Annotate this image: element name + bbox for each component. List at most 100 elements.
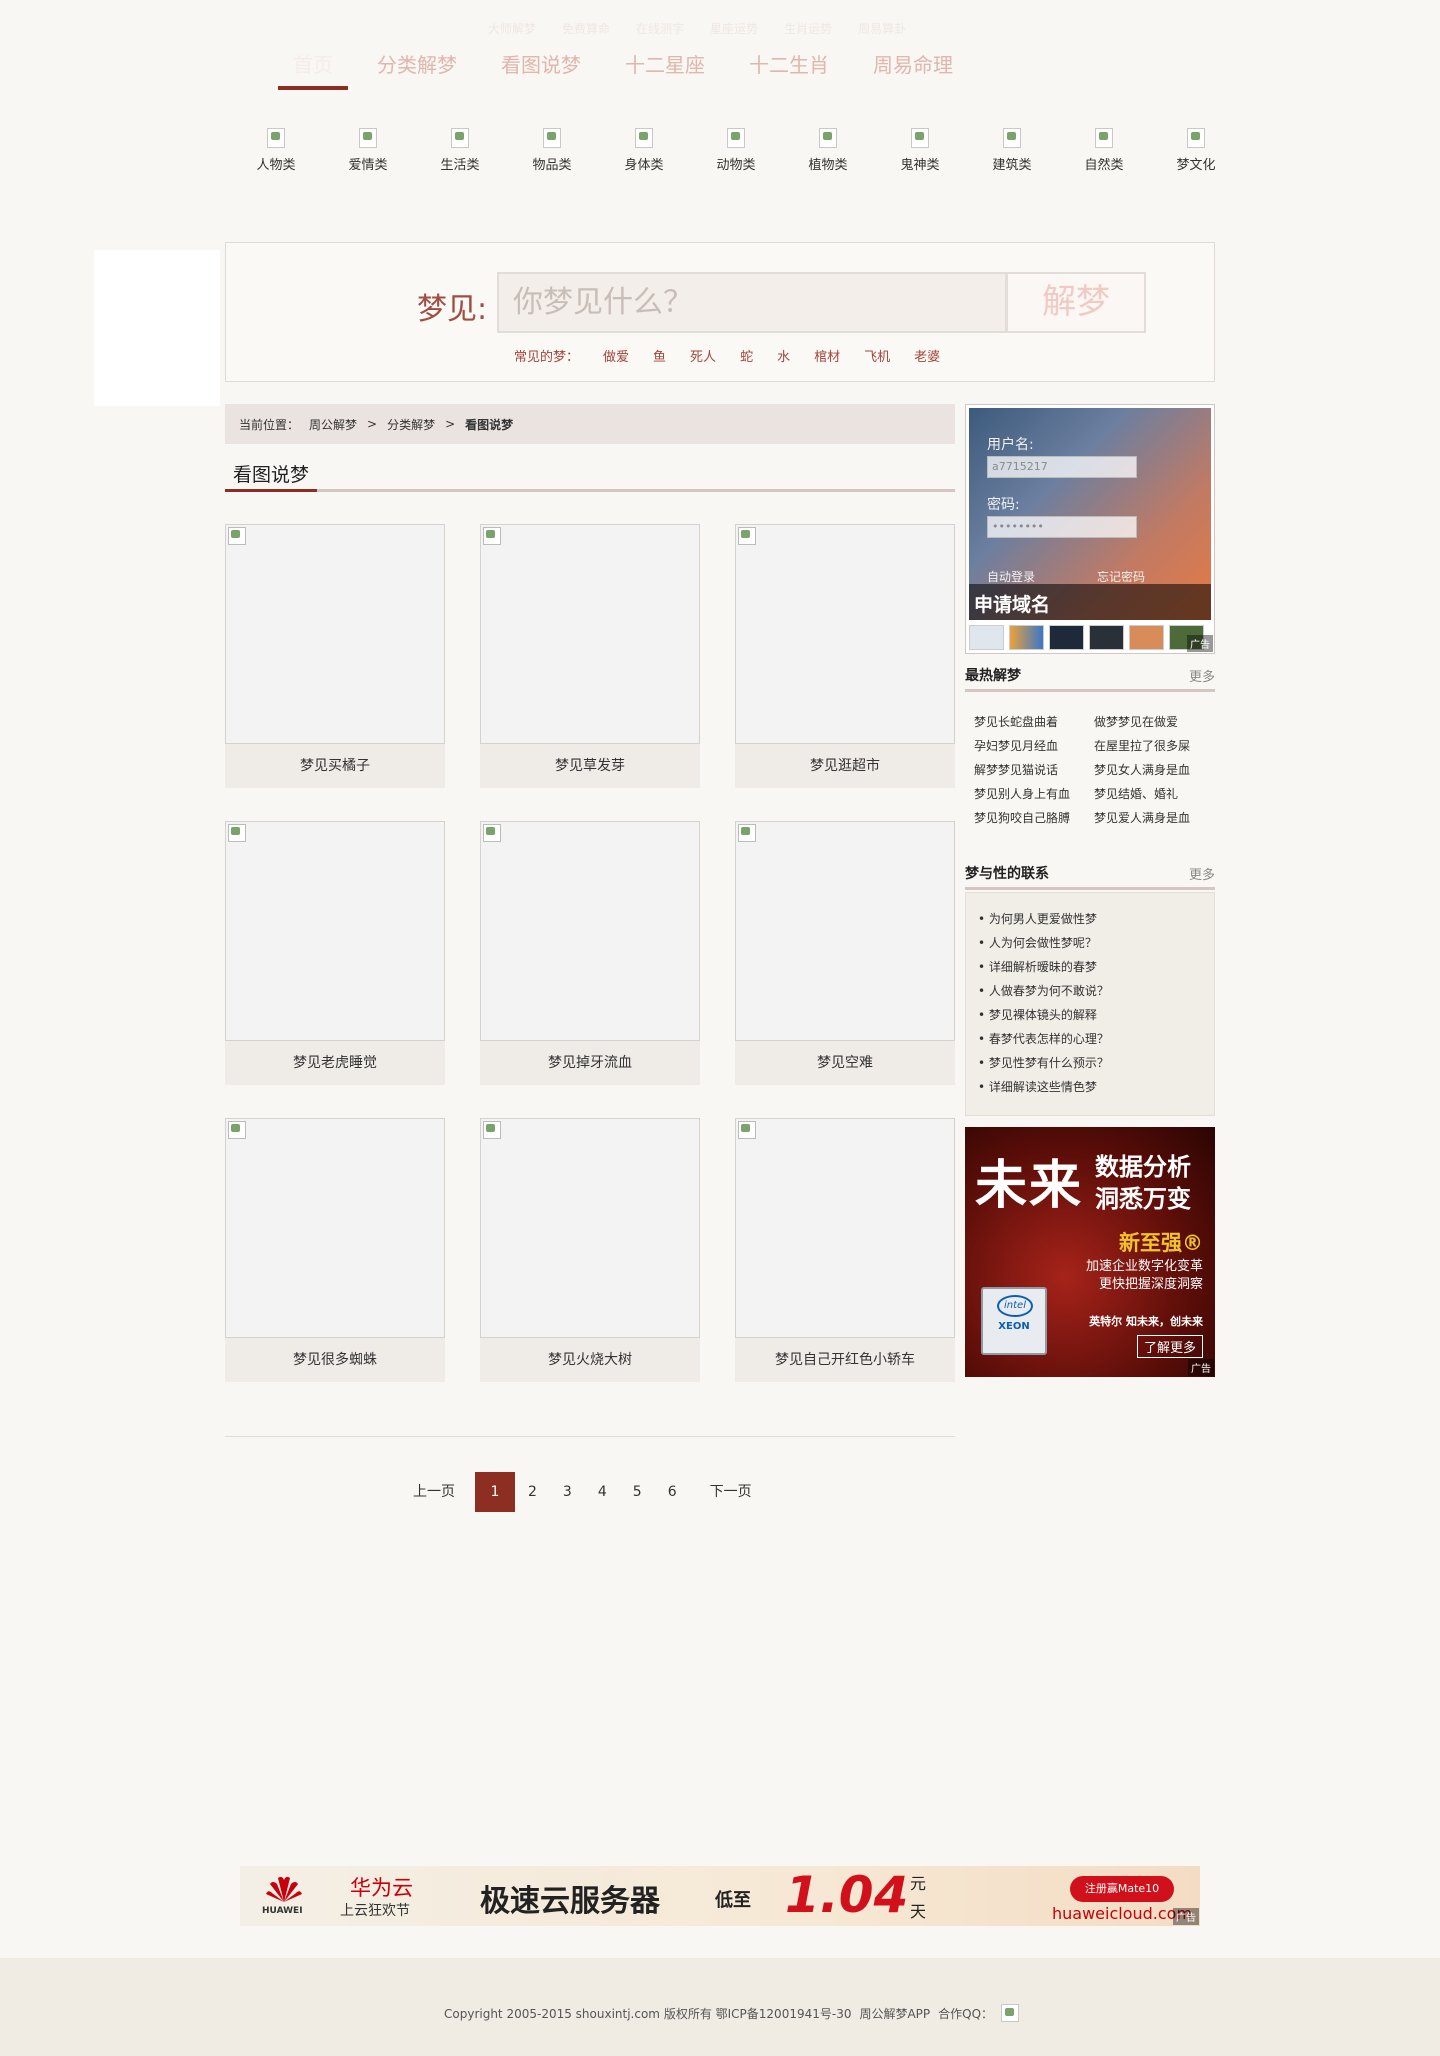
page-button[interactable]: 2 <box>515 1472 550 1512</box>
hot-dream-link[interactable]: 梦见女人满身是血 <box>1094 762 1214 778</box>
sex-dream-link[interactable]: 详细解析暧昧的春梦 <box>978 959 1202 975</box>
dream-card-title[interactable]: 梦见掉牙流血 <box>480 1041 700 1085</box>
sex-dreams-more-link[interactable]: 更多 <box>1189 864 1215 883</box>
dream-card[interactable]: 梦见很多蜘蛛 <box>225 1118 445 1382</box>
category-people[interactable]: 人物类 <box>230 128 322 173</box>
category-animals[interactable]: 动物类 <box>690 128 782 173</box>
hot-dream-link[interactable]: 做梦梦见在做爱 <box>1094 714 1214 730</box>
category-ghosts[interactable]: 鬼神类 <box>874 128 966 173</box>
category-love[interactable]: 爱情类 <box>322 128 414 173</box>
page-button[interactable]: 3 <box>550 1472 585 1512</box>
dream-card-title[interactable]: 梦见很多蜘蛛 <box>225 1338 445 1382</box>
domain-ad[interactable]: 用户名: a7715217 密码: •••••••• 自动登录 忘记密码 申请域… <box>965 404 1215 654</box>
ad-image[interactable]: 用户名: a7715217 密码: •••••••• 自动登录 忘记密码 申请域… <box>969 408 1211 620</box>
sex-dream-link[interactable]: 梦见性梦有什么预示？ <box>978 1055 1202 1071</box>
footer-app-link[interactable]: 周公解梦APP <box>859 2005 930 2022</box>
dream-card-title[interactable]: 梦见火烧大树 <box>480 1338 700 1382</box>
huawei-ad-cta-button[interactable]: 注册赢Mate10 <box>1070 1876 1174 1902</box>
hot-word-link[interactable]: 鱼 <box>653 346 666 365</box>
top-link[interactable]: 大师解梦 <box>488 20 536 37</box>
broken-image-icon[interactable] <box>225 1118 445 1338</box>
broken-image-icon[interactable] <box>480 821 700 1041</box>
hot-dream-link[interactable]: 解梦梦见猫说话 <box>974 762 1094 778</box>
sex-dream-link[interactable]: 人做春梦为何不敢说？ <box>978 983 1202 999</box>
breadcrumb-link[interactable]: 分类解梦 <box>387 416 435 433</box>
hot-word-link[interactable]: 飞机 <box>864 346 890 365</box>
huawei-cloud-ad[interactable]: HUAWEI 华为云 上云狂欢节 极速云服务器 低至 1.04 元 天 注册赢M… <box>240 1866 1200 1926</box>
dream-card-title[interactable]: 梦见老虎睡觉 <box>225 1041 445 1085</box>
dream-card-title[interactable]: 梦见草发芽 <box>480 744 700 788</box>
hot-word-link[interactable]: 水 <box>777 346 790 365</box>
dream-card-title[interactable]: 梦见逛超市 <box>735 744 955 788</box>
sex-dream-link[interactable]: 为何男人更爱做性梦 <box>978 911 1202 927</box>
page-button-current[interactable]: 1 <box>475 1472 515 1512</box>
top-link[interactable]: 生肖运势 <box>784 20 832 37</box>
category-body[interactable]: 身体类 <box>598 128 690 173</box>
dream-card-title[interactable]: 梦见自己开红色小轿车 <box>735 1338 955 1382</box>
search-input[interactable]: 你梦见什么？ <box>497 272 1007 333</box>
top-link[interactable]: 在线测字 <box>636 20 684 37</box>
qq-icon[interactable] <box>1001 2004 1020 2022</box>
sex-dream-link[interactable]: 梦见裸体镜头的解释 <box>978 1007 1202 1023</box>
page-button[interactable]: 5 <box>620 1472 655 1512</box>
dream-card[interactable]: 梦见掉牙流血 <box>480 821 700 1085</box>
broken-image-icon[interactable] <box>480 1118 700 1338</box>
prev-page-button[interactable]: 上一页 <box>400 1472 475 1512</box>
dream-card-title[interactable]: 梦见空难 <box>735 1041 955 1085</box>
hot-dream-link[interactable]: 梦见长蛇盘曲着 <box>974 714 1094 730</box>
next-page-button[interactable]: 下一页 <box>690 1472 765 1512</box>
broken-image-icon[interactable] <box>735 821 955 1041</box>
page-button[interactable]: 6 <box>655 1472 690 1512</box>
hot-word-link[interactable]: 蛇 <box>740 346 753 365</box>
broken-image-icon[interactable] <box>225 524 445 744</box>
dream-card[interactable]: 梦见自己开红色小轿车 <box>735 1118 955 1382</box>
ad-thumb[interactable] <box>1129 625 1164 650</box>
dream-card[interactable]: 梦见买橘子 <box>225 524 445 788</box>
dream-card[interactable]: 梦见老虎睡觉 <box>225 821 445 1085</box>
top-link[interactable]: 免费算命 <box>562 20 610 37</box>
intel-ad-more-button[interactable]: 了解更多 <box>1136 1335 1203 1358</box>
dream-card[interactable]: 梦见草发芽 <box>480 524 700 788</box>
nav-category-dream[interactable]: 分类解梦 <box>362 52 472 90</box>
ad-thumb[interactable] <box>1089 625 1124 650</box>
nav-picture-dream[interactable]: 看图说梦 <box>486 52 596 90</box>
hot-dream-link[interactable]: 梦见狗咬自己胳膊 <box>974 810 1094 826</box>
category-plants[interactable]: 植物类 <box>782 128 874 173</box>
category-nature[interactable]: 自然类 <box>1058 128 1150 173</box>
hot-dream-link[interactable]: 在屋里拉了很多屎 <box>1094 738 1214 754</box>
search-button[interactable]: 解梦 <box>1006 272 1146 333</box>
hot-word-link[interactable]: 死人 <box>690 346 716 365</box>
hot-dream-link[interactable]: 孕妇梦见月经血 <box>974 738 1094 754</box>
ad-thumb[interactable] <box>969 625 1004 650</box>
breadcrumb-link[interactable]: 周公解梦 <box>309 416 357 433</box>
broken-image-icon[interactable] <box>735 1118 955 1338</box>
broken-image-icon[interactable] <box>735 524 955 744</box>
dream-card-title[interactable]: 梦见买橘子 <box>225 744 445 788</box>
ad-thumb[interactable] <box>1049 625 1084 650</box>
sex-dream-link[interactable]: 详细解读这些情色梦 <box>978 1079 1202 1095</box>
intel-ad[interactable]: 未来 数据分析 洞悉万变 新至强® 加速企业数字化变革 更快把握深度洞察 int… <box>965 1127 1215 1377</box>
hot-dreams-more-link[interactable]: 更多 <box>1189 666 1215 685</box>
broken-image-icon[interactable] <box>225 821 445 1041</box>
top-link[interactable]: 周易算卦 <box>858 20 906 37</box>
nav-zodiac[interactable]: 十二星座 <box>610 52 720 90</box>
category-objects[interactable]: 物品类 <box>506 128 598 173</box>
nav-zhouyi[interactable]: 周易命理 <box>858 52 968 90</box>
top-link[interactable]: 星座运势 <box>710 20 758 37</box>
category-culture[interactable]: 梦文化 <box>1150 128 1242 173</box>
page-button[interactable]: 4 <box>585 1472 620 1512</box>
ad-thumb[interactable] <box>1009 625 1044 650</box>
sex-dream-link[interactable]: 春梦代表怎样的心理？ <box>978 1031 1202 1047</box>
broken-image-icon[interactable] <box>480 524 700 744</box>
sex-dream-link[interactable]: 人为何会做性梦呢？ <box>978 935 1202 951</box>
hot-word-link[interactable]: 老婆 <box>914 346 940 365</box>
nav-chinese-zodiac[interactable]: 十二生肖 <box>734 52 844 90</box>
dream-card[interactable]: 梦见火烧大树 <box>480 1118 700 1382</box>
category-life[interactable]: 生活类 <box>414 128 506 173</box>
hot-dream-link[interactable]: 梦见爱人满身是血 <box>1094 810 1214 826</box>
hot-dream-link[interactable]: 梦见别人身上有血 <box>974 786 1094 802</box>
hot-dream-link[interactable]: 梦见结婚、婚礼 <box>1094 786 1214 802</box>
dream-card[interactable]: 梦见空难 <box>735 821 955 1085</box>
category-buildings[interactable]: 建筑类 <box>966 128 1058 173</box>
hot-word-link[interactable]: 做爱 <box>603 346 629 365</box>
